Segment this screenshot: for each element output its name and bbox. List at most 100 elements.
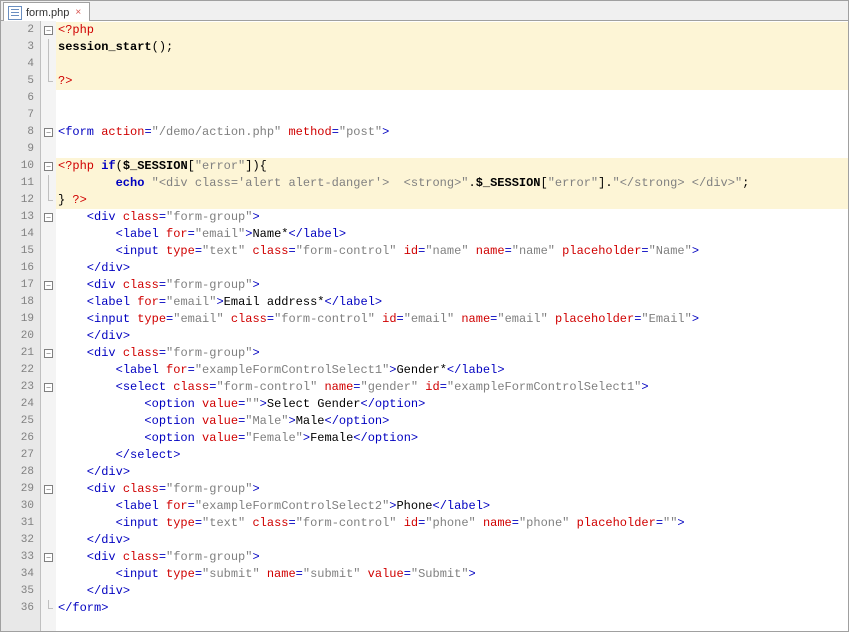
fold-marker[interactable]: − [41, 549, 56, 566]
code-line: <label for="exampleFormControlSelect2">P… [56, 498, 848, 515]
code-line: <label for="email">Name*</label> [56, 226, 848, 243]
code-editor[interactable]: 2345678910111213141516171819202122232425… [1, 21, 848, 631]
line-number: 32 [1, 532, 40, 549]
fold-marker[interactable]: − [41, 277, 56, 294]
fold-marker [41, 73, 56, 90]
code-line: <input type="text" class="form-control" … [56, 243, 848, 260]
line-number: 5 [1, 73, 40, 90]
tab-bar: form.php × [1, 1, 848, 21]
line-number: 18 [1, 294, 40, 311]
line-number: 12 [1, 192, 40, 209]
fold-marker [41, 107, 56, 124]
fold-marker[interactable]: − [41, 345, 56, 362]
code-line: <label for="email">Email address*</label… [56, 294, 848, 311]
code-line [56, 90, 848, 107]
fold-marker[interactable]: − [41, 22, 56, 39]
fold-marker [41, 226, 56, 243]
line-number: 27 [1, 447, 40, 464]
code-line: </div> [56, 328, 848, 345]
fold-marker [41, 532, 56, 549]
file-tab[interactable]: form.php × [3, 2, 90, 21]
code-line: <div class="form-group"> [56, 277, 848, 294]
code-line [56, 56, 848, 73]
fold-column[interactable]: − − − − − − − − − [41, 21, 56, 631]
code-line: <div class="form-group"> [56, 345, 848, 362]
fold-marker[interactable]: − [41, 209, 56, 226]
line-number: 36 [1, 600, 40, 617]
code-line: </div> [56, 260, 848, 277]
line-number: 3 [1, 39, 40, 56]
fold-marker[interactable]: − [41, 379, 56, 396]
fold-marker [41, 362, 56, 379]
code-line: <input type="submit" name="submit" value… [56, 566, 848, 583]
editor-window: form.php × 23456789101112131415161718192… [0, 0, 849, 632]
file-icon [8, 6, 22, 20]
line-number: 6 [1, 90, 40, 107]
line-number: 15 [1, 243, 40, 260]
line-number: 28 [1, 464, 40, 481]
fold-marker [41, 39, 56, 56]
code-line [56, 141, 848, 158]
fold-marker [41, 90, 56, 107]
code-line: </div> [56, 532, 848, 549]
fold-marker [41, 498, 56, 515]
code-line: <input type="text" class="form-control" … [56, 515, 848, 532]
line-number: 29 [1, 481, 40, 498]
code-line: </div> [56, 583, 848, 600]
line-number: 2 [1, 22, 40, 39]
code-line: session_start(); [56, 39, 848, 56]
code-line: <select class="form-control" name="gende… [56, 379, 848, 396]
code-line: <div class="form-group"> [56, 481, 848, 498]
code-line: <form action="/demo/action.php" method="… [56, 124, 848, 141]
line-number: 35 [1, 583, 40, 600]
fold-marker [41, 566, 56, 583]
line-number: 22 [1, 362, 40, 379]
line-number: 16 [1, 260, 40, 277]
line-number: 14 [1, 226, 40, 243]
fold-marker [41, 294, 56, 311]
tab-close-icon[interactable]: × [73, 7, 83, 18]
fold-marker [41, 396, 56, 413]
line-number: 7 [1, 107, 40, 124]
code-line: <option value="Female">Female</option> [56, 430, 848, 447]
code-line: <option value="Male">Male</option> [56, 413, 848, 430]
fold-marker [41, 583, 56, 600]
fold-marker [41, 413, 56, 430]
code-line: </select> [56, 447, 848, 464]
code-line: </form> [56, 600, 848, 617]
line-number: 24 [1, 396, 40, 413]
code-line: <label for="exampleFormControlSelect1">G… [56, 362, 848, 379]
line-number: 17 [1, 277, 40, 294]
fold-marker [41, 56, 56, 73]
fold-marker [41, 447, 56, 464]
line-number-gutter: 2345678910111213141516171819202122232425… [1, 21, 41, 631]
fold-marker [41, 328, 56, 345]
fold-marker [41, 600, 56, 617]
code-line: <input type="email" class="form-control"… [56, 311, 848, 328]
line-number: 30 [1, 498, 40, 515]
line-number: 34 [1, 566, 40, 583]
code-area[interactable]: <?phpsession_start();?><form action="/de… [56, 21, 848, 631]
fold-marker [41, 192, 56, 209]
line-number: 20 [1, 328, 40, 345]
code-line: <div class="form-group"> [56, 549, 848, 566]
fold-marker[interactable]: − [41, 124, 56, 141]
line-number: 31 [1, 515, 40, 532]
fold-marker [41, 430, 56, 447]
fold-marker [41, 311, 56, 328]
line-number: 25 [1, 413, 40, 430]
fold-marker[interactable]: − [41, 158, 56, 175]
code-line: <div class="form-group"> [56, 209, 848, 226]
code-line: } ?> [56, 192, 848, 209]
tab-filename: form.php [26, 7, 69, 19]
code-line: </div> [56, 464, 848, 481]
fold-marker[interactable]: − [41, 481, 56, 498]
fold-marker [41, 243, 56, 260]
line-number: 10 [1, 158, 40, 175]
line-number: 11 [1, 175, 40, 192]
code-line: <?php if($_SESSION["error"]){ [56, 158, 848, 175]
line-number: 33 [1, 549, 40, 566]
line-number: 9 [1, 141, 40, 158]
line-number: 13 [1, 209, 40, 226]
fold-marker [41, 515, 56, 532]
